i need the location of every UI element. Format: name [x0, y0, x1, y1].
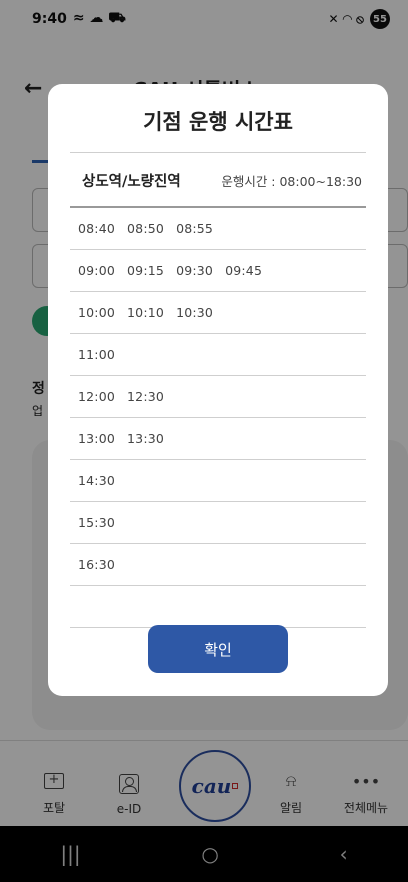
departure-time: 13:00 [78, 431, 116, 446]
schedule-row [70, 586, 366, 628]
departure-time: 09:15 [127, 263, 165, 278]
schedule-row: 09:00 09:15 09:30 09:45 [70, 250, 366, 292]
departure-time: 16:30 [78, 557, 116, 572]
operating-hours: 운행시간 : 08:00~18:30 [221, 173, 362, 189]
departure-time: 10:00 [78, 305, 116, 320]
departure-time: 08:40 [78, 221, 116, 236]
schedule-row: 12:00 12:30 [70, 376, 366, 418]
departure-time: 08:55 [176, 221, 214, 236]
confirm-button[interactable]: 확인 [148, 625, 288, 673]
departure-time: 09:00 [78, 263, 116, 278]
departure-time: 08:50 [127, 221, 165, 236]
departure-time: 12:30 [127, 389, 165, 404]
schedule-list[interactable]: 08:40 08:50 08:55 09:00 09:15 09:30 09:45 10:00… [70, 208, 366, 628]
departure-time: 11:00 [78, 347, 116, 362]
schedule-row: 14:30 [70, 460, 366, 502]
departure-time: 13:30 [127, 431, 165, 446]
schedule-row: 13:00 13:30 [70, 418, 366, 460]
modal-divider [70, 152, 366, 153]
departure-time: 09:30 [176, 263, 214, 278]
station-row: 상도역/노량진역 운행시간 : 08:00~18:30 [70, 154, 366, 206]
departure-time: 10:30 [176, 305, 214, 320]
schedule-row: 10:00 10:10 10:30 [70, 292, 366, 334]
departure-time: 14:30 [78, 473, 116, 488]
schedule-modal: 기점 운행 시간표 상도역/노량진역 운행시간 : 08:00~18:30 08… [48, 84, 388, 696]
station-name: 상도역/노량진역 [82, 173, 181, 190]
departure-time: 12:00 [78, 389, 116, 404]
schedule-row: 11:00 [70, 334, 366, 376]
departure-time: 15:30 [78, 515, 116, 530]
modal-title: 기점 운행 시간표 [143, 110, 293, 134]
departure-time: 09:45 [225, 263, 263, 278]
schedule-row: 15:30 [70, 502, 366, 544]
schedule-row: 08:40 08:50 08:55 [70, 208, 366, 250]
schedule-row: 16:30 [70, 544, 366, 586]
departure-time: 10:10 [127, 305, 165, 320]
